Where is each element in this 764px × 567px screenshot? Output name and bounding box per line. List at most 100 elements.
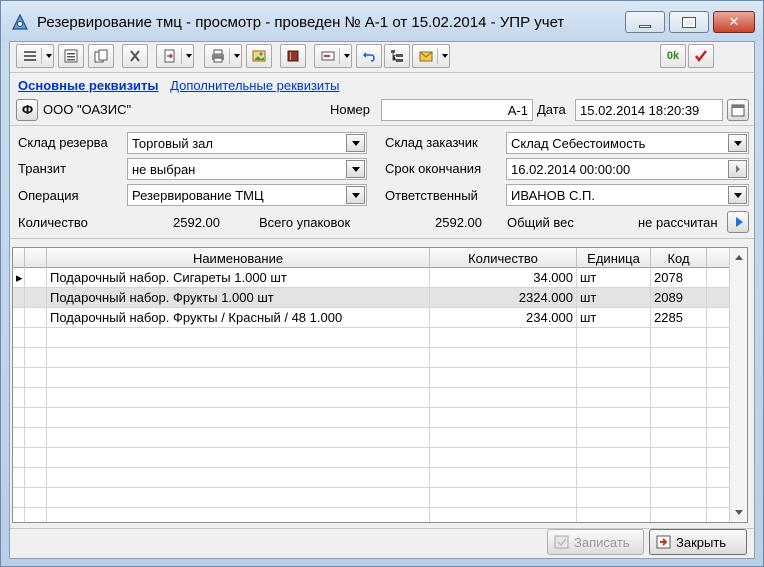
- sklad-zakazchik-select[interactable]: Склад Себестоимость: [506, 132, 749, 154]
- table-row[interactable]: ▸ Подарочный набор. Сигареты 1.000 шт 34.0…: [13, 268, 729, 288]
- row-marker: [25, 308, 47, 328]
- table-header: Наименование Количество Единица Код: [13, 248, 729, 268]
- cell-code: 2285: [651, 308, 707, 328]
- cell-unit: [577, 508, 651, 522]
- row-indicator: [13, 328, 25, 348]
- row-indicator: [13, 428, 25, 448]
- row-indicator: [13, 468, 25, 488]
- tab-main-requisites[interactable]: Основные реквизиты: [18, 78, 159, 93]
- import-button[interactable]: [156, 44, 194, 68]
- date-field[interactable]: 15.02.2014 18:20:39: [575, 99, 723, 121]
- ok-button[interactable]: 0k: [660, 44, 686, 68]
- column-header-unit[interactable]: Единица: [577, 248, 651, 268]
- chevron-down-icon[interactable]: [346, 134, 365, 152]
- cut-button[interactable]: [122, 44, 148, 68]
- organization-button[interactable]: Ф: [16, 99, 38, 121]
- table-row[interactable]: [13, 388, 729, 408]
- card-button[interactable]: [314, 44, 352, 68]
- vertical-scrollbar[interactable]: [729, 248, 747, 522]
- table-row[interactable]: [13, 488, 729, 508]
- cell-name: [47, 328, 430, 348]
- column-header-name[interactable]: Наименование: [47, 248, 430, 268]
- cell-code: [651, 488, 707, 508]
- book-icon: [287, 50, 299, 62]
- list-icon: [64, 49, 78, 63]
- cell-unit: [577, 368, 651, 388]
- cell-code: [651, 508, 707, 522]
- confirm-button[interactable]: [688, 44, 714, 68]
- table-row[interactable]: Подарочный набор. Фрукты 1.000 шт 2324.00…: [13, 288, 729, 308]
- date-label: Дата: [537, 102, 566, 117]
- tab-additional-requisites[interactable]: Дополнительные реквизиты: [170, 78, 339, 93]
- column-header-quantity[interactable]: Количество: [430, 248, 577, 268]
- import-icon: [164, 49, 175, 63]
- print-button[interactable]: [204, 44, 242, 68]
- menu-button[interactable]: [16, 44, 54, 68]
- close-button[interactable]: Закрыть: [649, 529, 747, 555]
- scroll-down-icon[interactable]: [735, 510, 743, 515]
- cell-code: 2078: [651, 268, 707, 288]
- cell-unit: [577, 488, 651, 508]
- sklad-rezerva-select[interactable]: Торговый зал: [127, 132, 367, 154]
- row-indicator: [13, 488, 25, 508]
- operacia-value: Резервирование ТМЦ: [132, 188, 264, 203]
- cell-name: [47, 348, 430, 368]
- close-window-button[interactable]: ✕: [713, 11, 755, 33]
- chevron-down-icon[interactable]: [346, 186, 365, 204]
- calculate-weight-button[interactable]: [727, 211, 749, 233]
- chevron-down-icon[interactable]: [728, 186, 747, 204]
- envelope-button[interactable]: [412, 44, 450, 68]
- organization-name: ООО "ОАЗИС": [43, 102, 132, 117]
- calendar-button[interactable]: [727, 99, 749, 121]
- row-marker: [25, 348, 47, 368]
- cell-quantity: [430, 428, 577, 448]
- undo-button[interactable]: [356, 44, 382, 68]
- table-row[interactable]: [13, 508, 729, 522]
- minimize-button[interactable]: [625, 11, 665, 33]
- row-marker: [25, 488, 47, 508]
- table-row[interactable]: [13, 468, 729, 488]
- book-button[interactable]: [280, 44, 306, 68]
- chevron-down-icon[interactable]: [728, 134, 747, 152]
- undo-icon: [362, 52, 375, 62]
- structure-button[interactable]: [384, 44, 410, 68]
- cell-unit: [577, 388, 651, 408]
- header-divider: [10, 125, 754, 126]
- table-row[interactable]: [13, 408, 729, 428]
- table-row[interactable]: [13, 348, 729, 368]
- chevron-down-icon[interactable]: [346, 160, 365, 178]
- cell-code: [651, 368, 707, 388]
- tranzit-value: не выбран: [132, 162, 196, 177]
- table-row[interactable]: Подарочный набор. Фрукты / Красный / 48 …: [13, 308, 729, 328]
- column-header-code[interactable]: Код: [651, 248, 707, 268]
- table-row[interactable]: [13, 448, 729, 468]
- chevron-right-icon[interactable]: [728, 160, 747, 178]
- srok-field[interactable]: 16.02.2014 00:00:00: [506, 158, 749, 180]
- save-button[interactable]: Записать: [547, 529, 644, 555]
- close-button-label: Закрыть: [676, 535, 727, 550]
- maximize-button[interactable]: [669, 11, 709, 33]
- table-row[interactable]: [13, 328, 729, 348]
- form-client-area: 0k Основные реквизиты Дополнительные рек…: [9, 41, 755, 559]
- picture-button[interactable]: [246, 44, 272, 68]
- row-indicator: [13, 408, 25, 428]
- items-table: Наименование Количество Единица Код ▸ Под…: [12, 247, 748, 523]
- sklad-zakazchik-value: Склад Себестоимость: [511, 136, 646, 151]
- otvetstvenny-select[interactable]: ИВАНОВ С.П.: [506, 184, 749, 206]
- copy-button[interactable]: [88, 44, 114, 68]
- toolbar-divider: [10, 72, 754, 73]
- list-button[interactable]: [58, 44, 84, 68]
- scroll-up-icon[interactable]: [735, 255, 743, 260]
- table-row[interactable]: [13, 428, 729, 448]
- tranzit-select[interactable]: не выбран: [127, 158, 367, 180]
- row-marker: [25, 448, 47, 468]
- table-row[interactable]: [13, 368, 729, 388]
- operacia-label: Операция: [18, 188, 79, 203]
- sklad-zakazchik-label: Склад заказчик: [385, 135, 478, 150]
- operacia-select[interactable]: Резервирование ТМЦ: [127, 184, 367, 206]
- row-indicator: [13, 368, 25, 388]
- number-field[interactable]: А-1: [381, 99, 533, 121]
- cell-quantity: [430, 488, 577, 508]
- copy-icon: [94, 49, 108, 63]
- cell-unit: [577, 328, 651, 348]
